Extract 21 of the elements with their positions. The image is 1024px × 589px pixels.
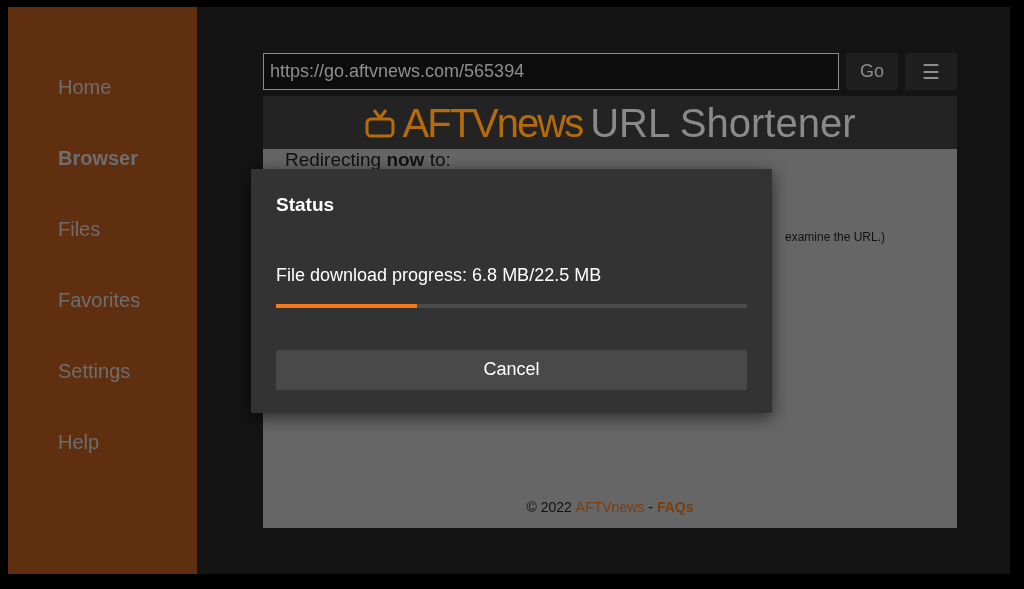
go-button[interactable]: Go [846,53,898,90]
faq-link[interactable]: FAQs [656,497,694,518]
sidebar-item[interactable]: Files [58,215,197,244]
sidebar-item[interactable]: Favorites [58,286,197,315]
progress-message: File download progress: 6.8 MB/22.5 MB [276,263,603,287]
sidebar-item[interactable]: Settings [58,357,197,386]
sidebar-item[interactable]: Help [58,428,197,457]
copyright-text: © 2022 [526,498,572,517]
cancel-button[interactable]: Cancel [276,349,747,390]
sidebar-item[interactable]: Browser [58,144,197,173]
note-text: examine the URL.) [784,229,885,246]
sidebar-item[interactable]: Home [58,73,197,102]
menu-button[interactable]: ☰ [905,53,957,90]
separator-text: - [648,498,653,517]
redirect-text: Redirecting now to: [285,149,451,170]
url-field[interactable]: https://go.aftvnews.com/565394 [263,53,839,90]
page-title: URL Shortener [590,100,856,145]
tv-icon [364,107,395,138]
site-link[interactable]: AFTVnews [575,497,645,518]
logo-text: AFTVnews [402,100,583,145]
dialog-title: Status [276,193,336,217]
